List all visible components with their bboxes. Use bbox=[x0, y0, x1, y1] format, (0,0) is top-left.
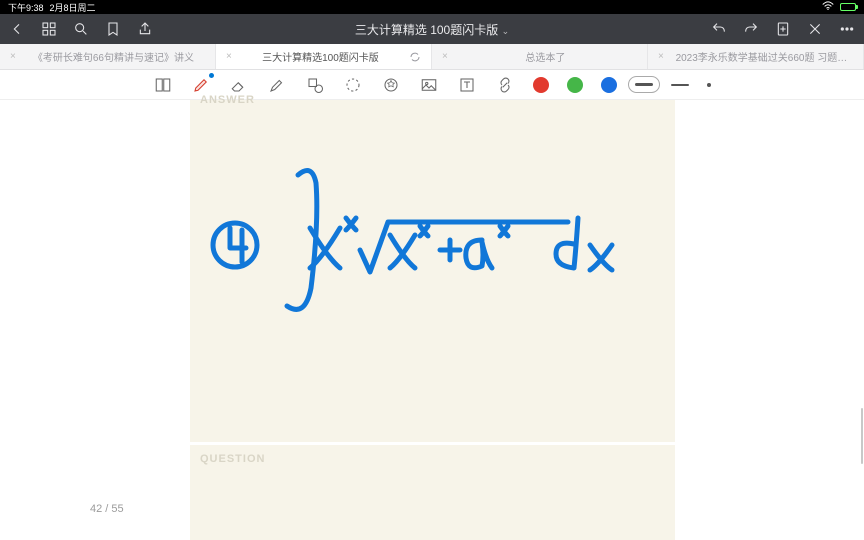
tab-label: 2023李永乐数学基础过关660题 习题… bbox=[670, 49, 853, 64]
tab-2[interactable]: × 总选本了 bbox=[432, 44, 648, 69]
handwriting-content bbox=[190, 100, 675, 442]
status-bar: 下午9:38 2月8日周二 bbox=[0, 0, 864, 14]
back-icon[interactable] bbox=[8, 20, 26, 38]
stamp-tool-icon[interactable] bbox=[381, 75, 401, 95]
page-counter: 42 / 55 bbox=[90, 503, 124, 515]
stroke-width-thin[interactable] bbox=[671, 84, 689, 86]
pen-tool-icon[interactable] bbox=[191, 75, 211, 95]
add-page-icon[interactable] bbox=[774, 20, 792, 38]
tab-label: 《考研长难句66句精讲与速记》讲义 bbox=[22, 49, 205, 64]
undo-icon[interactable] bbox=[710, 20, 728, 38]
more-icon[interactable] bbox=[838, 20, 856, 38]
highlighter-tool-icon[interactable] bbox=[267, 75, 287, 95]
tab-sync-icon bbox=[409, 51, 421, 63]
shape-tool-icon[interactable] bbox=[305, 75, 325, 95]
read-mode-icon[interactable] bbox=[153, 75, 173, 95]
color-blue[interactable] bbox=[601, 77, 617, 93]
answer-card[interactable]: ANSWER bbox=[190, 100, 675, 442]
share-icon[interactable] bbox=[136, 20, 154, 38]
stroke-width-tiny[interactable] bbox=[707, 83, 711, 87]
tab-close-icon[interactable]: × bbox=[226, 51, 232, 62]
page-frame[interactable]: ANSWER bbox=[190, 100, 675, 540]
tab-close-icon[interactable]: × bbox=[10, 51, 16, 62]
question-label: QUESTION bbox=[200, 453, 265, 465]
redo-icon[interactable] bbox=[742, 20, 760, 38]
tool-strip bbox=[0, 70, 864, 100]
document-title[interactable]: 三大计算精选 100题闪卡版 ⌄ bbox=[168, 21, 696, 38]
top-nav: 三大计算精选 100题闪卡版 ⌄ bbox=[0, 14, 864, 44]
status-time: 下午9:38 bbox=[8, 1, 44, 14]
battery-icon bbox=[840, 3, 856, 11]
close-icon[interactable] bbox=[806, 20, 824, 38]
question-card[interactable]: QUESTION bbox=[190, 445, 675, 540]
text-tool-icon[interactable] bbox=[457, 75, 477, 95]
scrollbar[interactable] bbox=[861, 408, 863, 464]
link-tool-icon[interactable] bbox=[495, 75, 515, 95]
color-green[interactable] bbox=[567, 77, 583, 93]
eraser-tool-icon[interactable] bbox=[229, 75, 249, 95]
tab-label: 三大计算精选100题闪卡版 bbox=[238, 49, 403, 64]
status-date: 2月8日周二 bbox=[50, 1, 96, 14]
lasso-tool-icon[interactable] bbox=[343, 75, 363, 95]
search-icon[interactable] bbox=[72, 20, 90, 38]
tab-label: 总选本了 bbox=[454, 49, 637, 64]
tab-1[interactable]: × 三大计算精选100题闪卡版 bbox=[216, 44, 432, 69]
tab-0[interactable]: × 《考研长难句66句精讲与速记》讲义 bbox=[0, 44, 216, 69]
tab-close-icon[interactable]: × bbox=[658, 51, 664, 62]
bookmark-icon[interactable] bbox=[104, 20, 122, 38]
grid-icon[interactable] bbox=[40, 20, 58, 38]
tab-close-icon[interactable]: × bbox=[442, 51, 448, 62]
stroke-width-medium[interactable] bbox=[635, 83, 653, 86]
tab-strip: × 《考研长难句66句精讲与速记》讲义 × 三大计算精选100题闪卡版 × 总选… bbox=[0, 44, 864, 70]
wifi-icon bbox=[822, 1, 834, 13]
tab-3[interactable]: × 2023李永乐数学基础过关660题 习题… bbox=[648, 44, 864, 69]
color-red[interactable] bbox=[533, 77, 549, 93]
image-tool-icon[interactable] bbox=[419, 75, 439, 95]
workspace: ANSWER bbox=[0, 100, 864, 540]
